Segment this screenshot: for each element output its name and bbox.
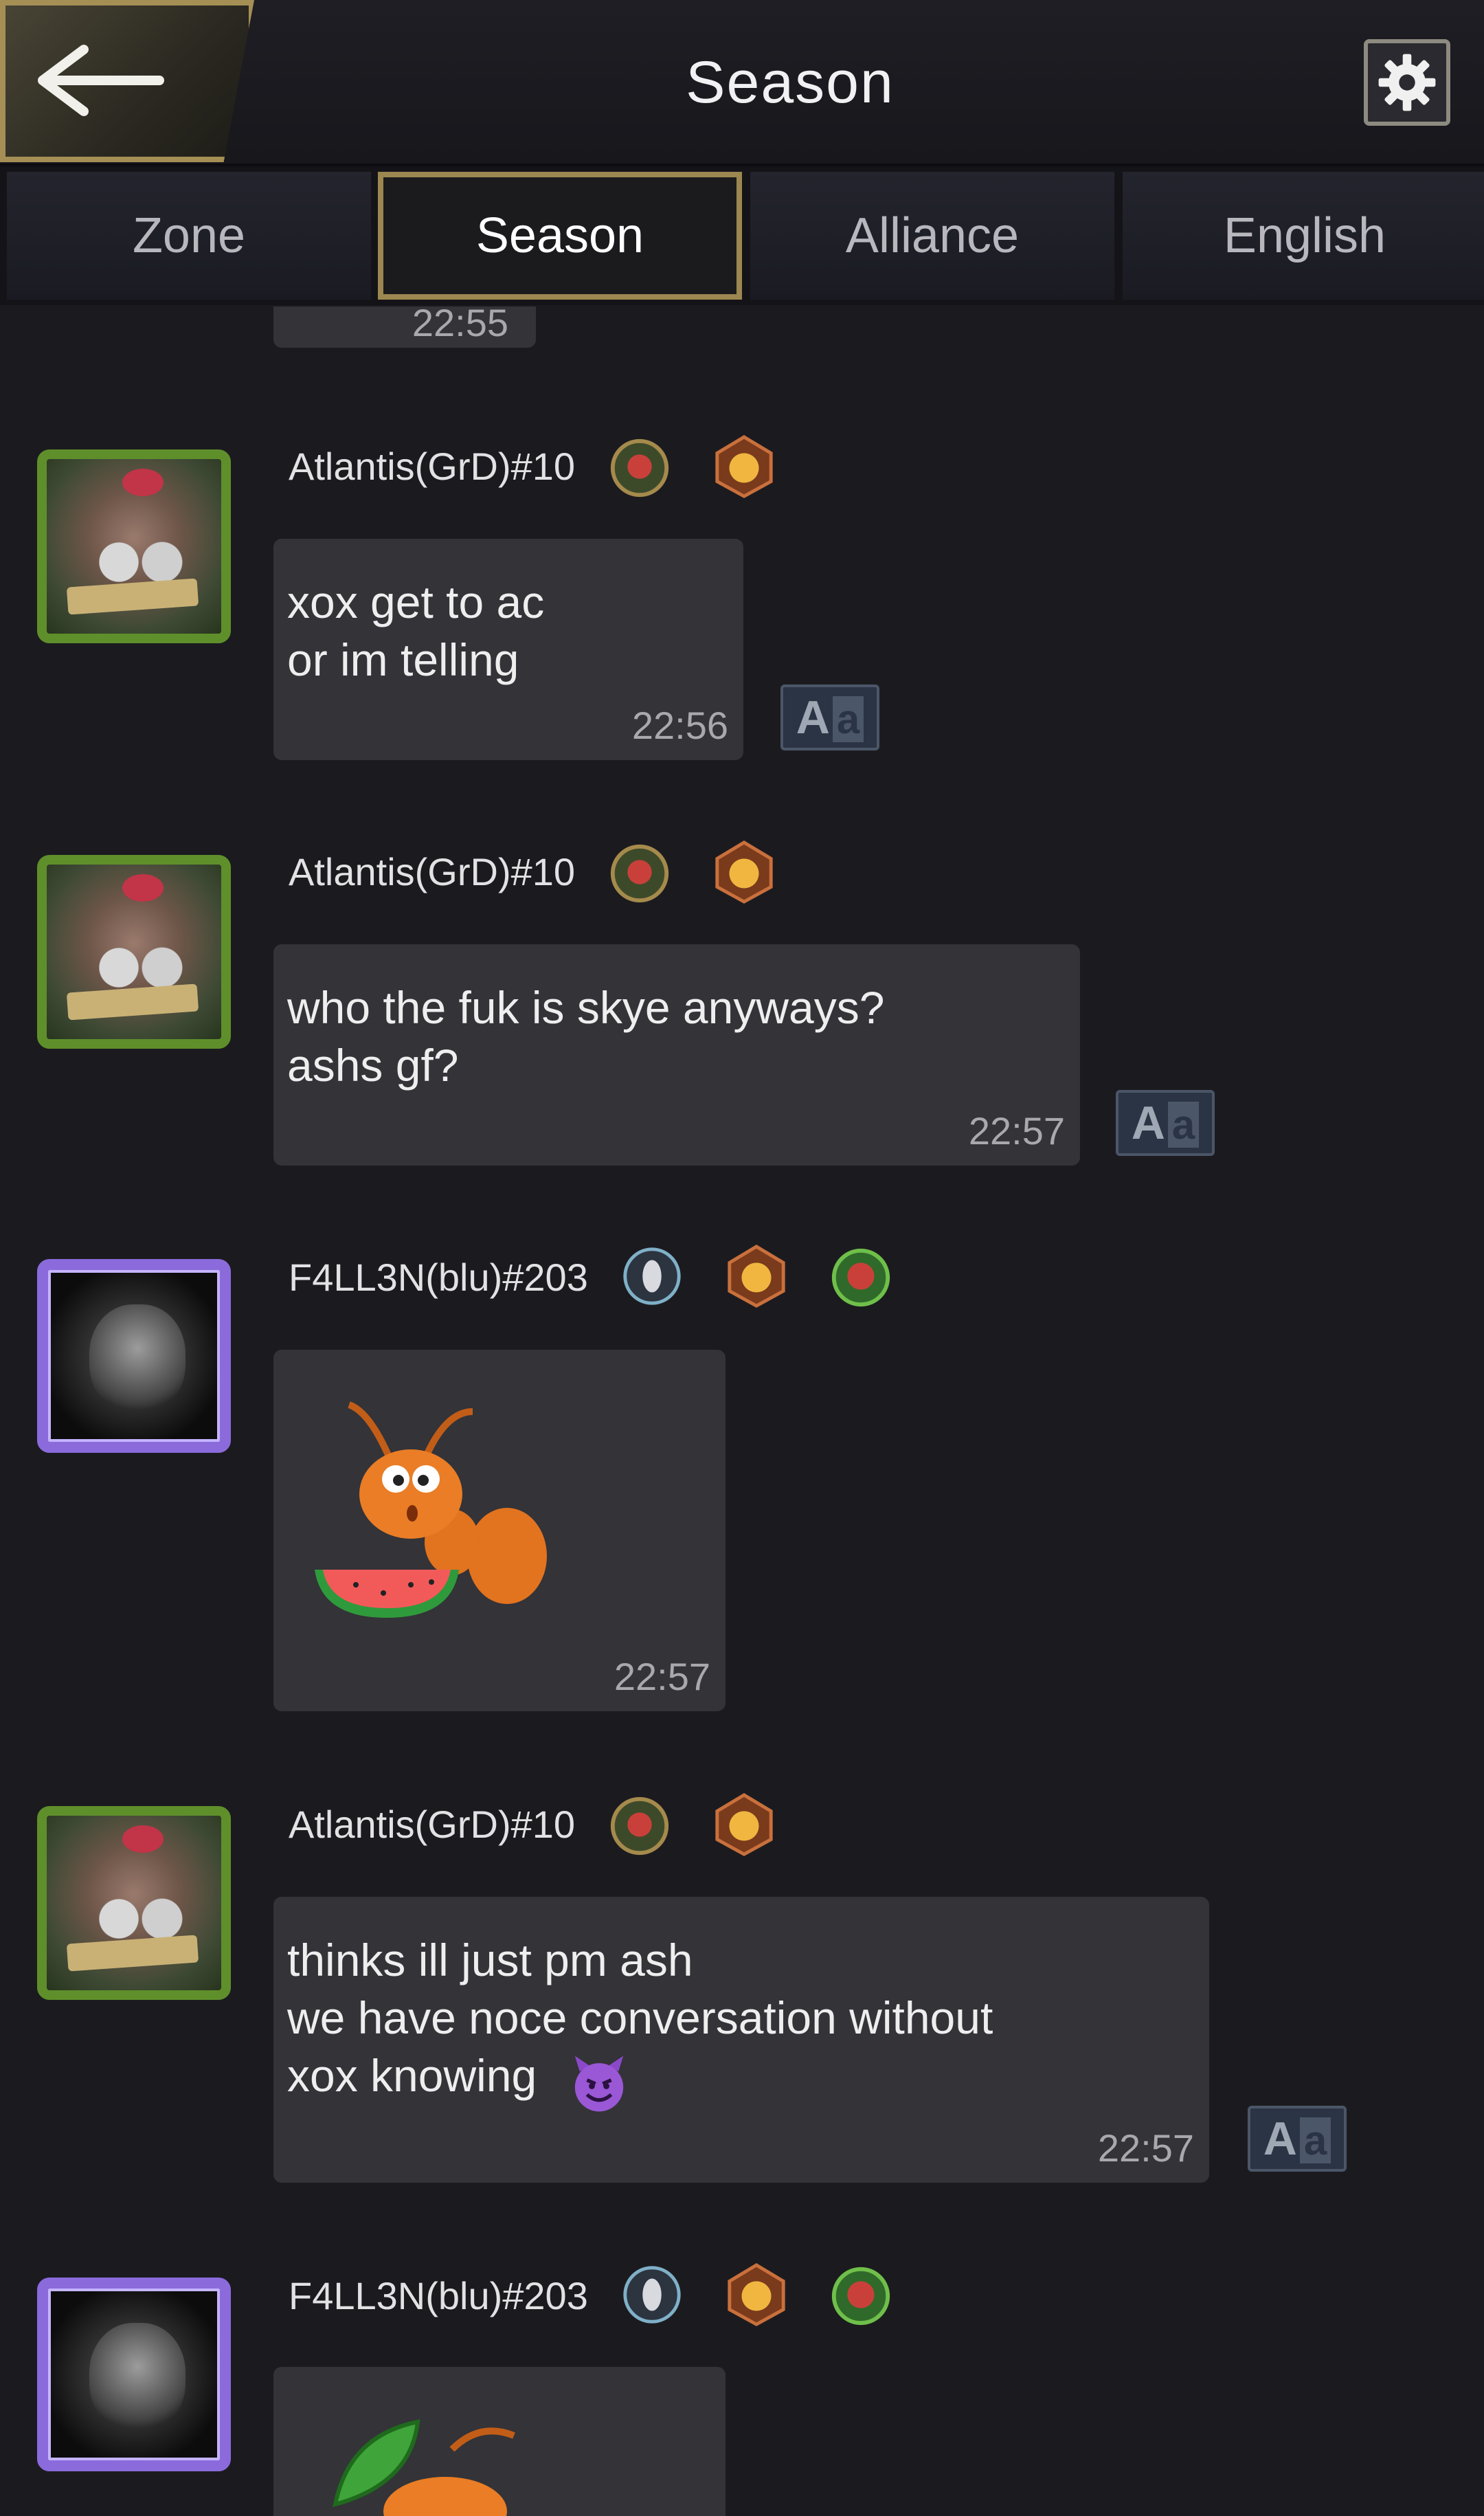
message-bubble-partial: 22:55	[273, 307, 536, 348]
badge-icon	[728, 2263, 785, 2326]
sender-name[interactable]: F4LL3N(blu)#203	[289, 2273, 588, 2318]
sender-name[interactable]: Atlantis(GrD)#10	[289, 444, 575, 489]
avatar-portrait	[89, 1304, 186, 1414]
settings-button[interactable]	[1364, 39, 1450, 126]
message-bubble	[273, 2367, 726, 2516]
message-time: 22:56	[631, 704, 728, 747]
message-text: who the fuk is skye anyways? ashs gf?	[287, 982, 885, 1091]
avatar[interactable]	[37, 1806, 231, 2000]
top-bar: Season	[0, 0, 1484, 166]
message-time: 22:57	[968, 1109, 1065, 1153]
badge-icon	[831, 1248, 890, 1307]
message-bubble: thinks ill just pm ash we have noce conv…	[273, 1897, 1209, 2183]
tab-alliance[interactable]: Alliance	[750, 172, 1114, 300]
avatar[interactable]	[37, 1259, 231, 1453]
back-button[interactable]	[0, 0, 254, 162]
avatar[interactable]	[37, 2278, 231, 2471]
badge-icon	[831, 2267, 890, 2326]
chat-feed[interactable]: 22:55 Atlantis(GrD)#10 xox get to ac or …	[0, 307, 1484, 2516]
badge-icon	[623, 1247, 681, 1305]
sender-name[interactable]: Atlantis(GrD)#10	[289, 849, 575, 894]
message-time: 22:57	[614, 1655, 710, 1698]
badge-icon	[623, 2266, 681, 2324]
translate-button[interactable]: Aa	[1248, 2106, 1347, 2172]
tab-english[interactable]: English	[1123, 172, 1484, 300]
page-title: Season	[686, 49, 895, 115]
badge-icon	[728, 1245, 785, 1308]
translate-button[interactable]: Aa	[780, 684, 879, 750]
translate-button[interactable]: Aa	[1116, 1090, 1215, 1156]
avatar[interactable]	[37, 449, 231, 643]
sender-name[interactable]: F4LL3N(blu)#203	[289, 1255, 588, 1300]
badge-icon	[715, 1793, 773, 1856]
avatar-banner	[66, 983, 199, 1021]
smiling-devil-emoji-icon	[574, 2056, 624, 2112]
channel-tabs: Zone Season Alliance English	[0, 166, 1484, 305]
tab-zone[interactable]: Zone	[7, 172, 371, 300]
badge-icon	[715, 840, 773, 904]
avatar-banner	[66, 578, 199, 615]
message-time: 22:57	[1097, 2126, 1194, 2170]
tab-season[interactable]: Season	[378, 172, 742, 300]
translate-icon-small: a	[1299, 2117, 1331, 2163]
ant-leaf-sticker-icon	[333, 2419, 515, 2516]
translate-icon-big: A	[796, 691, 830, 744]
sender-name[interactable]: Atlantis(GrD)#10	[289, 1802, 575, 1847]
ant-sticker-icon	[315, 1401, 547, 1618]
message-bubble: 22:57	[273, 1350, 726, 1711]
avatar-bow	[122, 874, 164, 902]
badge-icon	[610, 844, 669, 903]
badge-icon	[610, 438, 669, 498]
message-bubble: who the fuk is skye anyways? ashs gf? 22…	[273, 944, 1080, 1166]
message-time: 22:55	[412, 307, 508, 344]
translate-icon-big: A	[1263, 2113, 1297, 2165]
badge-icon	[715, 435, 773, 498]
translate-icon-small: a	[832, 696, 864, 742]
avatar-portrait	[89, 2323, 186, 2433]
back-arrow-icon	[38, 45, 164, 116]
badge-icon	[610, 1796, 669, 1856]
message-bubble: xox get to ac or im telling 22:56	[273, 539, 743, 760]
gear-icon	[1378, 54, 1436, 111]
translate-icon-small: a	[1167, 1102, 1200, 1148]
message-text: xox get to ac or im telling	[287, 577, 545, 685]
translate-icon-big: A	[1131, 1097, 1165, 1149]
avatar-banner	[66, 1935, 199, 1972]
avatar-bow	[122, 469, 164, 496]
message-text: thinks ill just pm ash we have noce conv…	[287, 1935, 993, 2101]
avatar[interactable]	[37, 855, 231, 1049]
avatar-bow	[122, 1825, 164, 1853]
